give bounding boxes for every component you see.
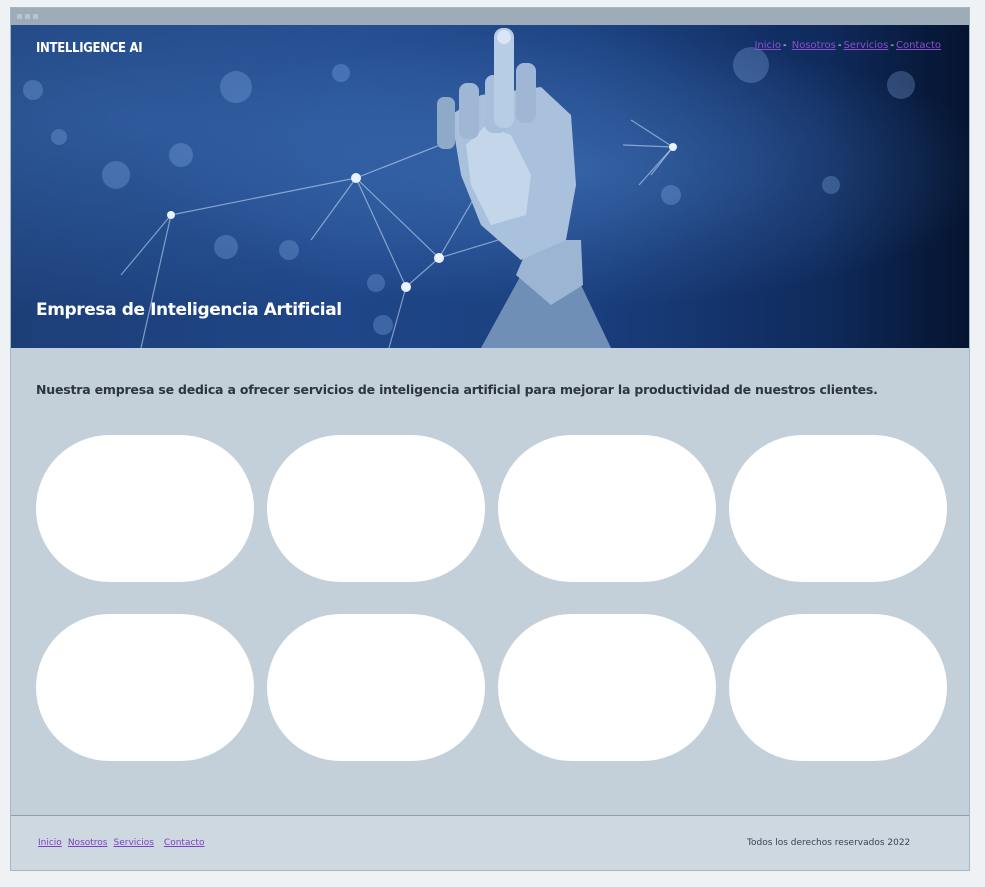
service-card[interactable]	[498, 435, 716, 582]
nav-separator: -	[837, 40, 842, 51]
window-dot-icon[interactable]	[25, 14, 30, 19]
service-card[interactable]	[498, 614, 716, 761]
intro-text: Nuestra empresa se dedica a ofrecer serv…	[36, 382, 878, 397]
nav-link-servicios[interactable]: Servicios	[843, 40, 888, 51]
window-dot-icon[interactable]	[17, 14, 22, 19]
service-card[interactable]	[267, 435, 485, 582]
footer-link-servicios[interactable]: Servicios	[114, 838, 154, 848]
footer-link-inicio[interactable]: Inicio	[38, 838, 62, 848]
nav-link-nosotros[interactable]: Nosotros	[792, 40, 836, 51]
service-card[interactable]	[36, 435, 254, 582]
cards-grid	[36, 435, 948, 761]
hero-title: Empresa de Inteligencia Artificial	[36, 300, 342, 320]
service-card[interactable]	[36, 614, 254, 761]
window-titlebar	[11, 8, 969, 25]
service-card[interactable]	[267, 614, 485, 761]
footer-link-contacto[interactable]: Contacto	[164, 838, 205, 848]
page-footer: Inicio Nosotros Servicios Contacto Todos lo…	[11, 815, 969, 870]
window-controls	[17, 14, 38, 19]
top-navigation: Inicio - Nosotros - Servicios - Contacto	[754, 40, 941, 51]
nav-separator: -	[890, 40, 894, 51]
copyright-text: Todos los derechos reservados 2022	[747, 838, 911, 848]
browser-window: INTELLIGENCE AI Inicio - Nosotros - Servici…	[10, 7, 970, 871]
footer-navigation: Inicio Nosotros Servicios Contacto	[38, 838, 210, 848]
nav-separator: -	[782, 40, 787, 51]
nav-link-contacto[interactable]: Contacto	[896, 40, 941, 51]
service-card[interactable]	[729, 614, 947, 761]
hero-banner: INTELLIGENCE AI Inicio - Nosotros - Servici…	[11, 25, 969, 348]
window-dot-icon[interactable]	[33, 14, 38, 19]
brand-logo[interactable]: INTELLIGENCE AI	[36, 41, 143, 56]
footer-link-nosotros[interactable]: Nosotros	[68, 838, 108, 848]
nav-link-inicio[interactable]: Inicio	[754, 40, 780, 51]
service-card[interactable]	[729, 435, 947, 582]
